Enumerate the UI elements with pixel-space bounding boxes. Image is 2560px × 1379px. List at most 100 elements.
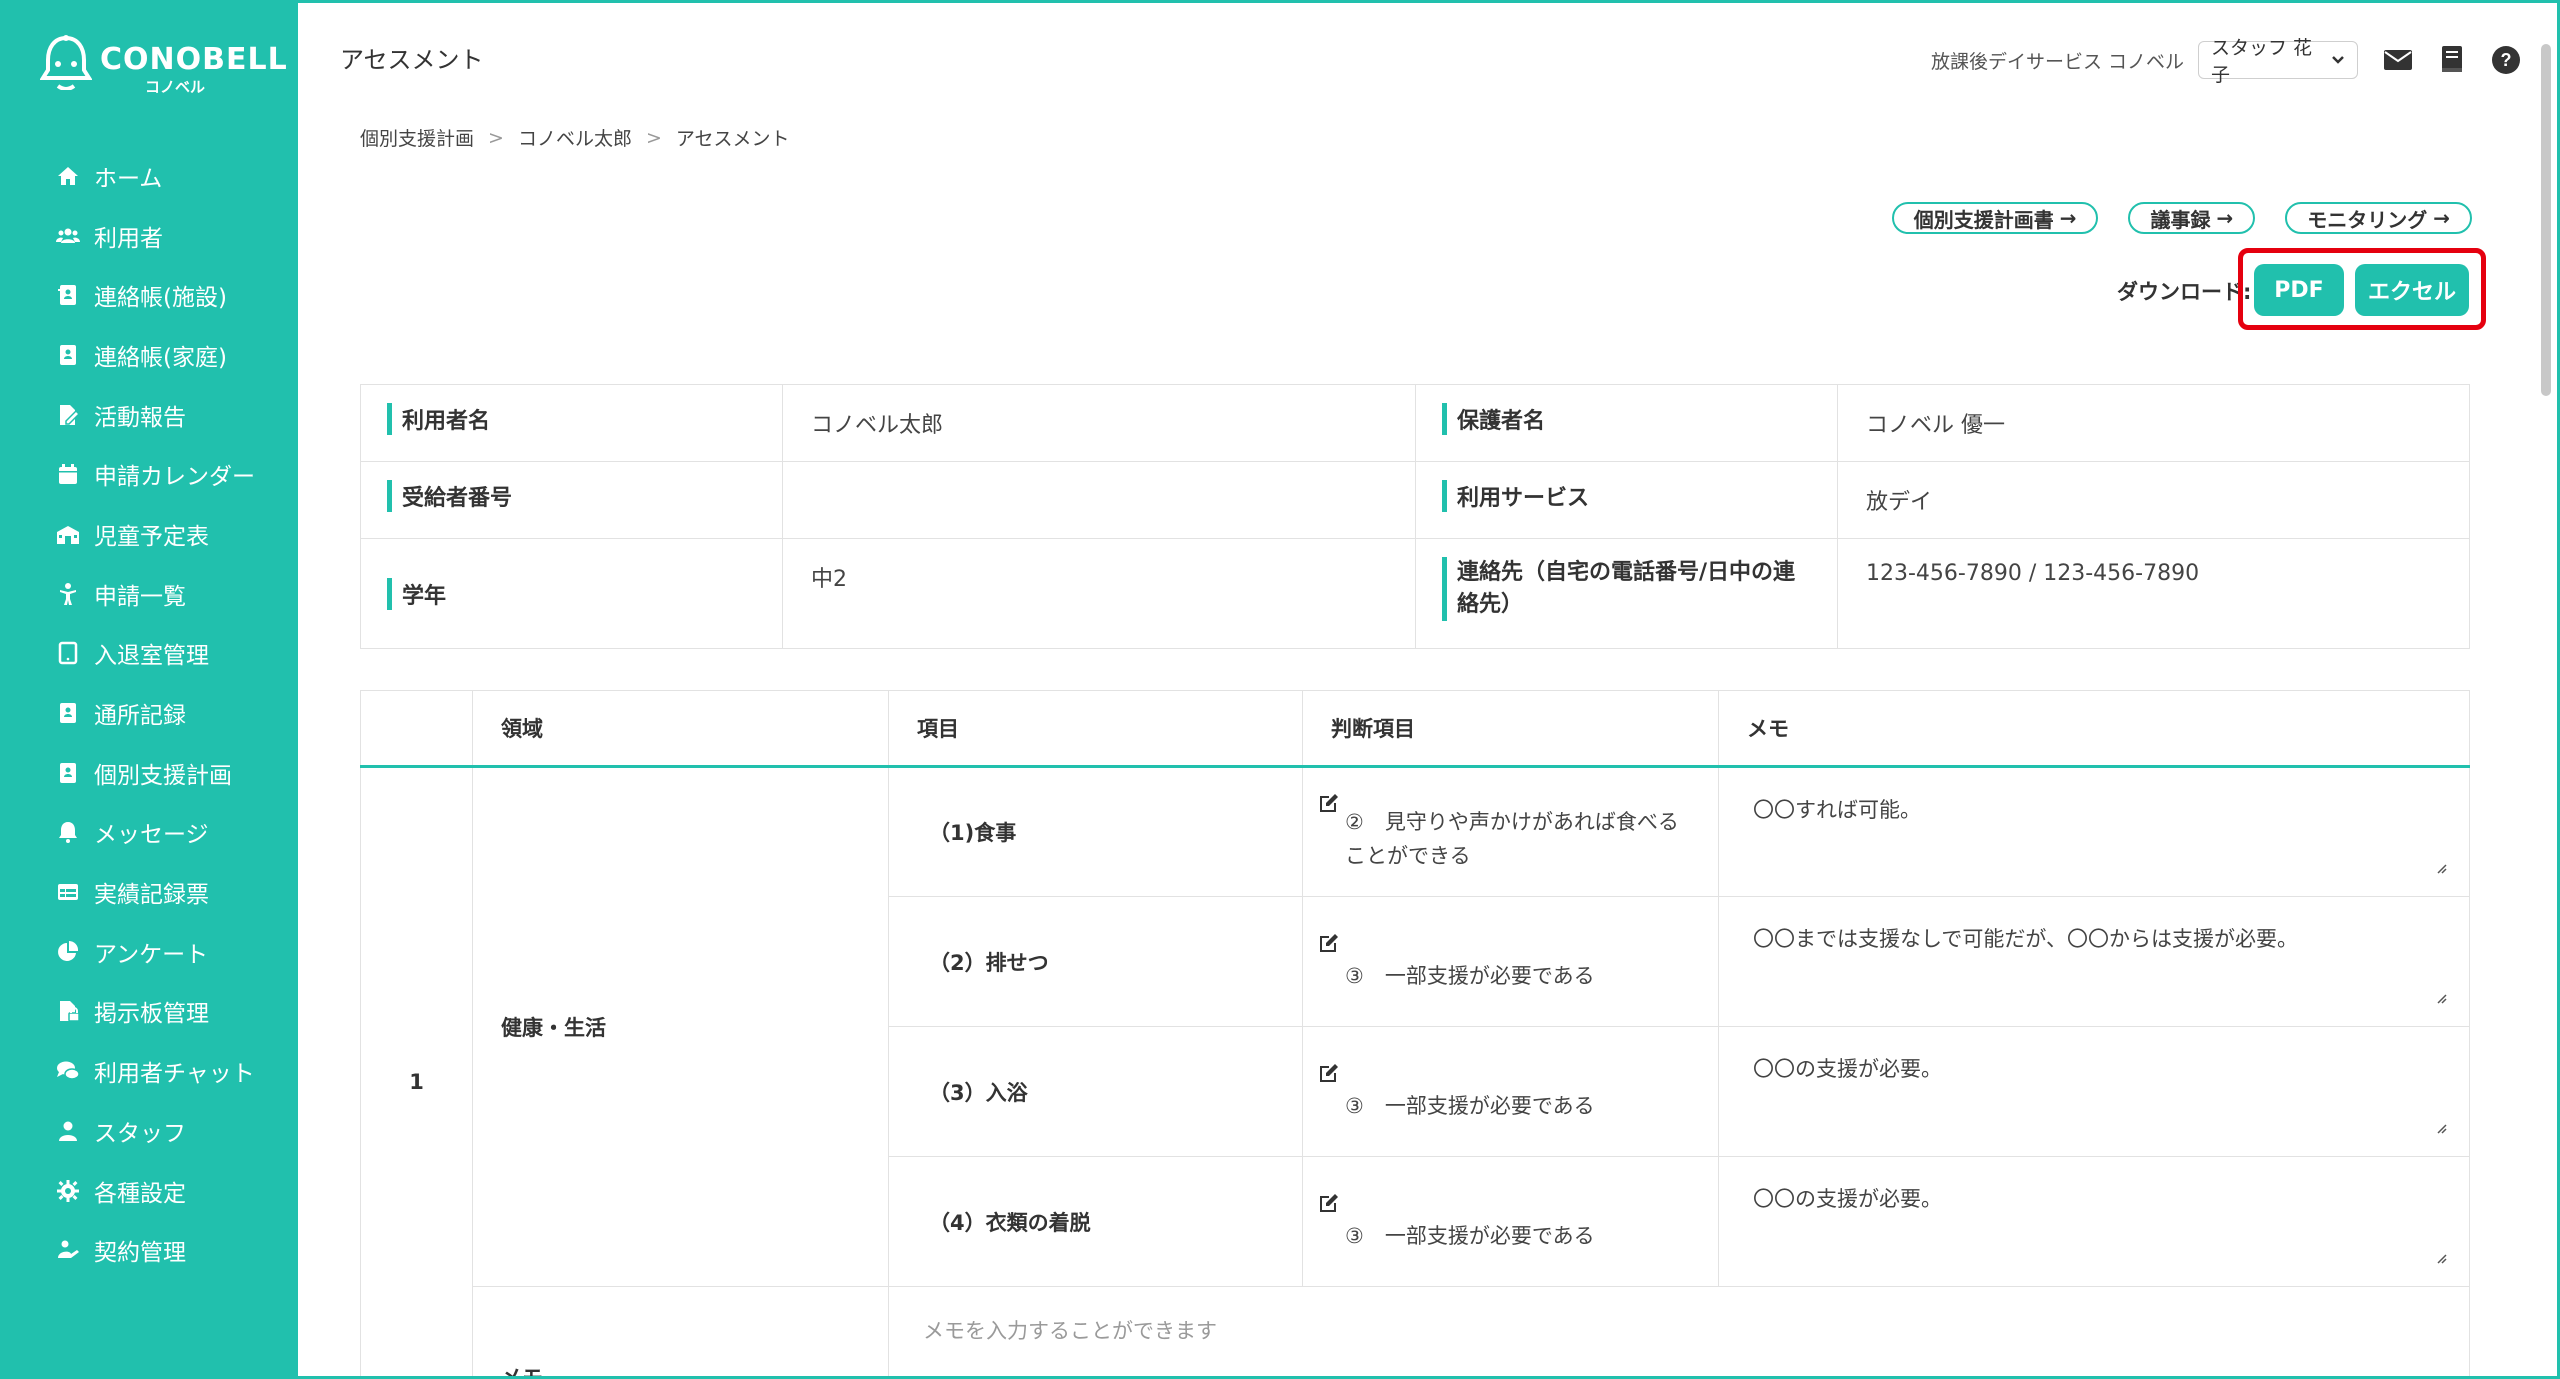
sidebar-item-request-calendar[interactable]: 申請カレンダー [0, 444, 298, 504]
resize-handle-icon[interactable] [2435, 992, 2447, 1004]
support-plan-link[interactable]: 個別支援計画書 → [1891, 202, 2099, 234]
arrow-right-icon: → [2059, 206, 2077, 230]
memo-textarea[interactable]: 〇〇すれば可能。 [1718, 766, 2470, 897]
staff-select[interactable]: スタッフ 花子 [2198, 37, 2358, 86]
sidebar-item-label: 連絡帳(家庭) [94, 344, 227, 371]
sidebar-item-label: アンケート [94, 941, 209, 968]
sidebar-item-performance-record[interactable]: 実績記録票 [0, 862, 298, 922]
sidebar-item-child-schedule[interactable]: 児童予定表 [0, 504, 298, 564]
service-label-cell: 利用サービス [1415, 461, 1838, 539]
sidebar-item-label: 個別支援計画 [94, 762, 232, 789]
contact-book-icon [60, 762, 76, 783]
item-cell: （3）入浴 [888, 1026, 1303, 1157]
resize-handle-icon[interactable] [2435, 1252, 2447, 1264]
mail-button[interactable] [2380, 42, 2416, 78]
sidebar-item-activity-report[interactable]: 活動報告 [0, 385, 298, 445]
breadcrumb-item[interactable]: コノベル太郎 [518, 124, 632, 151]
file-edit-icon [60, 404, 80, 425]
monitoring-link-label: モニタリング [2307, 207, 2428, 232]
scrollbar-thumb[interactable] [2541, 44, 2551, 396]
header-area: 領域 [472, 690, 889, 768]
sidebar-item-staff[interactable]: スタッフ [0, 1101, 298, 1161]
breadcrumb-item[interactable]: 個別支援計画 [360, 124, 474, 151]
sidebar-item-user-chat[interactable]: 利用者チャット [0, 1041, 298, 1101]
sidebar-item-contact-home[interactable]: 連絡帳(家庭) [0, 325, 298, 385]
sidebar-item-request-list[interactable]: 申請一覧 [0, 564, 298, 624]
contact-label-cell: 連絡先（自宅の電話番号/日中の連絡先） [1415, 538, 1838, 649]
mail-icon [2384, 50, 2412, 70]
sidebar-item-entry-exit[interactable]: 入退室管理 [0, 624, 298, 684]
edit-icon[interactable] [1317, 1191, 1341, 1215]
breadcrumb-separator-icon: > [488, 126, 504, 149]
area-cell: 健康・生活 [472, 766, 889, 1287]
memo-textarea[interactable]: 〇〇までは支援なしで可能だが、〇〇からは支援が必要。 [1718, 896, 2470, 1027]
excel-download-button[interactable]: エクセル [2355, 264, 2469, 316]
sidebar-item-users[interactable]: 利用者 [0, 206, 298, 266]
contact-book-icon [58, 285, 76, 306]
sidebar-item-label: 掲示板管理 [94, 1001, 209, 1028]
tablet-icon [58, 642, 78, 665]
sidebar-item-label: 児童予定表 [94, 523, 209, 550]
sidebar-item-label: 活動報告 [94, 404, 186, 431]
sidebar-item-attendance[interactable]: 通所記録 [0, 683, 298, 743]
sidebar-item-home[interactable]: ホーム [0, 146, 298, 206]
user-name-label-cell: 利用者名 [360, 384, 783, 462]
judge-value: ② 見守りや声かけがあれば食べることができる [1345, 810, 1679, 868]
resize-handle-icon[interactable] [2435, 1122, 2447, 1134]
area-memo-textarea[interactable]: メモを入力することができます [888, 1286, 2470, 1379]
judge-cell: ③ 一部支援が必要である [1302, 896, 1719, 1027]
staff-select-value: スタッフ 花子 [2211, 37, 2313, 86]
monitoring-link[interactable]: モニタリング → [2285, 202, 2472, 234]
edit-icon[interactable] [1317, 931, 1341, 955]
sidebar-item-bulletin[interactable]: 掲示板管理 [0, 982, 298, 1042]
judge-value: ③ 一部支援が必要である [1345, 1093, 1595, 1118]
guardian-label: 保護者名 [1457, 409, 1546, 434]
memo-textarea[interactable]: 〇〇の支援が必要。 [1718, 1156, 2470, 1287]
sidebar-item-support-plan[interactable]: 個別支援計画 [0, 743, 298, 803]
page-title: アセスメント [340, 46, 484, 74]
brand-sub: コノベル [145, 78, 206, 96]
header-judge: 判断項目 [1302, 690, 1719, 768]
sidebar-item-contact-facility[interactable]: 連絡帳(施設) [0, 265, 298, 325]
judge-cell: ② 見守りや声かけがあれば食べることができる [1302, 766, 1719, 897]
sidebar-item-label: 連絡帳(施設) [94, 285, 227, 312]
contact-value: 123-456-7890 / 123-456-7890 [1837, 538, 2470, 649]
resize-handle-icon[interactable] [2435, 862, 2447, 874]
sidebar-item-label: ホーム [94, 165, 163, 192]
recipient-no-label-cell: 受給者番号 [360, 461, 783, 539]
user-info-table: 利用者名 コノベル太郎 保護者名 コノベル 優一 受給者番号 利用サービス 放デ… [360, 384, 2470, 649]
document-links: 個別支援計画書 → 議事録 → モニタリング → [1891, 202, 2472, 234]
assessment-table: 領域 項目 判断項目 メモ 1 健康・生活 （1)食事 ② 見守りや声かけがあれ… [360, 690, 2470, 1379]
sidebar-item-message[interactable]: メッセージ [0, 803, 298, 863]
sidebar-item-settings[interactable]: 各種設定 [0, 1161, 298, 1221]
users-icon [56, 228, 80, 243]
edit-icon[interactable] [1317, 1061, 1341, 1085]
contact-book-icon [60, 703, 76, 724]
table-row: メモ メモを入力することができます [361, 1286, 2470, 1379]
sidebar-item-survey[interactable]: アンケート [0, 922, 298, 982]
header-item: 項目 [888, 690, 1303, 768]
app-logo[interactable]: CONOBELL コノベル [40, 34, 287, 98]
sidebar-item-label: 利用者 [94, 225, 163, 252]
help-button[interactable]: ? [2488, 42, 2524, 78]
sidebar-item-contract[interactable]: 契約管理 [0, 1220, 298, 1280]
sidebar-item-label: 契約管理 [94, 1240, 186, 1267]
contact-book-icon [60, 344, 76, 365]
minutes-link[interactable]: 議事録 → [2128, 202, 2256, 234]
memo-value: 〇〇の支援が必要。 [1753, 1187, 1942, 1211]
sidebar-item-label: 入退室管理 [94, 643, 209, 670]
table-row: 1 健康・生活 （1)食事 ② 見守りや声かけがあれば食べることができる 〇〇す… [360, 766, 2470, 1379]
judge-cell: ③ 一部支援が必要である [1302, 1156, 1719, 1287]
header-number [360, 690, 473, 768]
pdf-download-button[interactable]: PDF [2254, 264, 2344, 316]
memo-placeholder: メモを入力することができます [923, 1319, 1217, 1343]
memo-label: メモ [472, 1286, 889, 1379]
contact-label: 連絡先（自宅の電話番号/日中の連絡先） [1457, 560, 1796, 617]
memo-textarea[interactable]: 〇〇の支援が必要。 [1718, 1026, 2470, 1157]
grade-label: 学年 [402, 583, 447, 609]
sidebar-item-label: 各種設定 [94, 1180, 186, 1207]
home-icon [58, 166, 78, 185]
manual-button[interactable] [2434, 42, 2470, 78]
support-plan-link-label: 個別支援計画書 [1913, 207, 2054, 232]
file-lock-icon [60, 1001, 80, 1023]
